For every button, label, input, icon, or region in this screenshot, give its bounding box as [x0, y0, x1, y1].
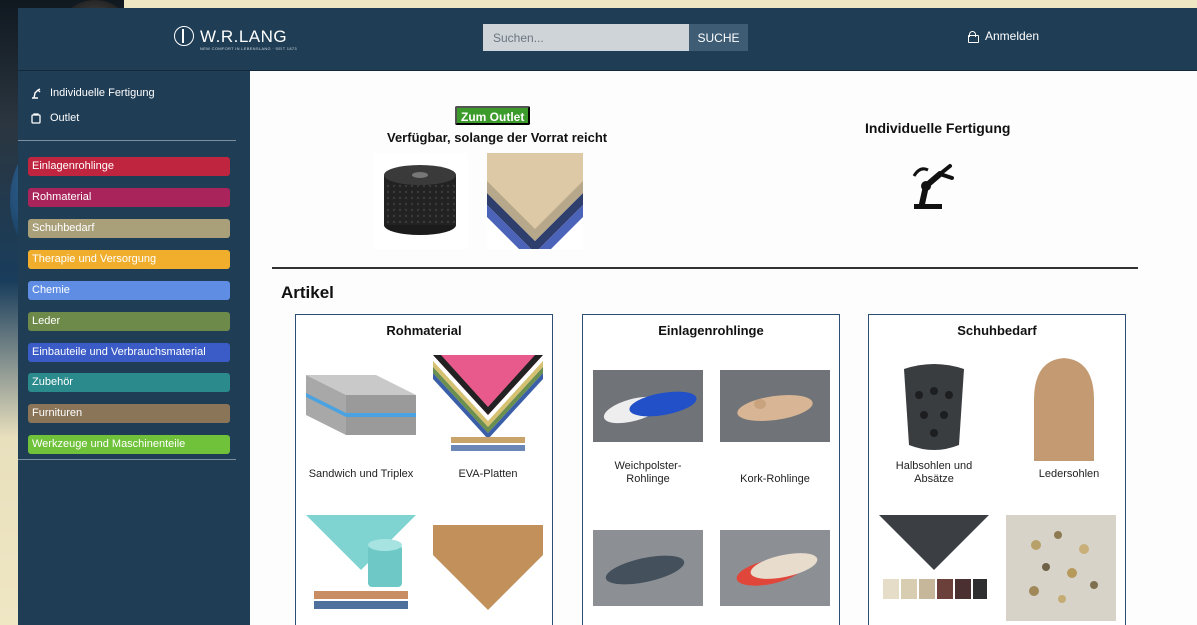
sidebar-link-label: Individuelle Fertigung — [50, 87, 155, 99]
logo-mark-icon — [174, 26, 194, 46]
fertigung-title[interactable]: Individuelle Fertigung — [865, 120, 1010, 136]
card-title[interactable]: Schuhbedarf — [869, 323, 1125, 338]
browser-window: W.R.LANG NEW COMFORT IN LEBENSLANG · SEI… — [18, 8, 1197, 625]
product-sandwich-triplex[interactable]: Sandwich und Triplex — [306, 355, 421, 481]
product-image — [879, 355, 989, 461]
card-title[interactable]: Rohmaterial — [296, 323, 552, 338]
product-caption: Sandwich und Triplex — [308, 468, 414, 480]
wr-lang-logo[interactable]: W.R.LANG NEW COMFORT IN LEBENSLANG · SEI… — [174, 26, 297, 51]
product-halbsohlen-absaetze[interactable]: Halbsohlen und Absätze — [879, 355, 994, 486]
bag-icon — [31, 113, 41, 124]
product-caption: Kork-Rohlinge — [740, 473, 810, 485]
product-rohling-grau[interactable] — [593, 530, 708, 606]
product-caption: Ledersohlen — [1038, 468, 1100, 480]
main-content: Zum Outlet Verfügbar, solange der Vorrat… — [250, 71, 1197, 625]
category-einlagenrohlinge[interactable]: Einlagenrohlinge — [28, 157, 230, 176]
sidebar: Individuelle Fertigung Outlet Einlagenro… — [18, 71, 250, 625]
sidebar-link-outlet[interactable]: Outlet — [30, 112, 79, 124]
sidebar-divider — [18, 140, 236, 141]
search-button[interactable]: SUCHE — [689, 24, 748, 51]
product-image — [306, 515, 416, 621]
section-divider — [272, 267, 1138, 269]
material-roll-icon — [384, 165, 456, 235]
product-image — [433, 355, 543, 461]
product-futter[interactable] — [306, 515, 421, 621]
card-rohmaterial: Rohmaterial Sandwich und Triplex EVA-Pla… — [295, 314, 553, 625]
product-image — [593, 530, 703, 606]
card-schuhbedarf: Schuhbedarf Halbsohlen und Absätze Leder… — [868, 314, 1126, 625]
sidebar-link-individuelle-fertigung[interactable]: Individuelle Fertigung — [30, 87, 155, 99]
category-therapie-und-versorgung[interactable]: Therapie und Versorgung — [28, 250, 230, 269]
robot-arm-icon — [32, 88, 41, 99]
outlet-product-roll-image[interactable] — [373, 153, 468, 249]
product-caption: Weichpolster- Rohlinge — [614, 460, 682, 485]
product-image — [879, 515, 989, 621]
product-image — [720, 370, 830, 442]
artikel-heading: Artikel — [281, 283, 334, 302]
search-input[interactable] — [483, 24, 689, 51]
category-rohmaterial[interactable]: Rohmaterial — [28, 188, 230, 207]
card-einlagenrohlinge: Einlagenrohlinge Weichpolster- Rohlinge — [582, 314, 840, 625]
login-link[interactable]: Anmelden — [968, 29, 1039, 43]
product-image — [720, 530, 830, 606]
product-rohling-rot[interactable] — [720, 530, 835, 606]
product-image — [593, 370, 703, 442]
product-caption: EVA-Platten — [458, 468, 518, 480]
outlet-button[interactable]: Zum Outlet — [455, 106, 531, 125]
product-eva-platten[interactable]: EVA-Platten — [433, 355, 548, 481]
product-image — [1006, 515, 1116, 621]
product-caption: Halbsohlen und Absätze — [895, 460, 973, 485]
product-schnallen[interactable] — [1006, 515, 1121, 621]
top-navigation-bar: W.R.LANG NEW COMFORT IN LEBENSLANG · SEI… — [18, 8, 1197, 71]
category-furnituren[interactable]: Furnituren — [28, 404, 230, 423]
product-image — [433, 515, 543, 621]
outlet-subtitle: Verfügbar, solange der Vorrat reicht — [387, 130, 608, 145]
sidebar-divider — [18, 459, 236, 460]
product-kork-rohlinge[interactable]: Kork-Rohlinge — [720, 370, 835, 486]
logo-text: W.R.LANG — [200, 26, 288, 46]
card-title[interactable]: Einlagenrohlinge — [583, 323, 839, 338]
robot-arm-icon[interactable] — [906, 156, 962, 212]
category-leder[interactable]: Leder — [28, 312, 230, 331]
product-image — [1014, 355, 1124, 461]
category-chemie[interactable]: Chemie — [28, 281, 230, 300]
outlet-product-sheets-image[interactable] — [487, 153, 583, 249]
category-werkzeuge[interactable]: Werkzeuge und Maschinenteile — [28, 435, 230, 454]
product-weichpolster-rohlinge[interactable]: Weichpolster- Rohlinge — [593, 370, 708, 486]
logo-tagline: NEW COMFORT IN LEBENSLANG · SEIT 1873 — [200, 46, 297, 51]
category-einbauteile[interactable]: Einbauteile und Verbrauchsmaterial — [28, 343, 230, 362]
lock-icon — [968, 31, 979, 43]
product-image — [306, 355, 416, 461]
product-sohlen[interactable] — [879, 515, 994, 621]
product-kork[interactable] — [433, 515, 548, 621]
stacked-sheets-icon — [487, 153, 583, 249]
sidebar-link-label: Outlet — [50, 112, 80, 124]
login-label: Anmelden — [985, 29, 1040, 43]
category-schuhbedarf[interactable]: Schuhbedarf — [28, 219, 230, 238]
product-ledersohlen[interactable]: Ledersohlen — [1014, 355, 1129, 481]
category-zubehoer[interactable]: Zubehör — [28, 373, 230, 392]
